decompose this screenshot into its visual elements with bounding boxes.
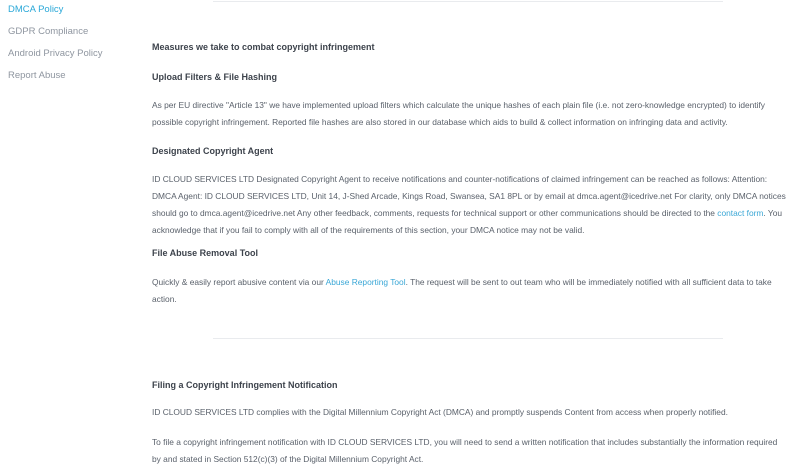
sidebar-item-android-privacy-policy[interactable]: Android Privacy Policy [8,48,103,59]
upload-filters-heading: Upload Filters & File Hashing [152,72,278,82]
abuse-removal-text: Quickly & easily report abusive content … [152,277,326,287]
abuse-removal-heading: File Abuse Removal Tool [152,248,259,258]
sidebar-nav: DMCA Policy GDPR Compliance Android Priv… [0,0,135,467]
sidebar-item-gdpr-compliance[interactable]: GDPR Compliance [8,26,88,37]
sidebar-item-report-abuse[interactable]: Report Abuse [8,70,66,81]
sidebar-item-dmca-policy[interactable]: DMCA Policy [8,4,63,15]
copyright-agent-heading: Designated Copyright Agent [152,146,274,156]
filing-requirements-paragraph: To file a copyright infringement notific… [152,437,778,464]
copyright-agent-paragraph: ID CLOUD SERVICES LTD Designated Copyrig… [152,171,787,239]
filing-notification-heading: Filing a Copyright Infringement Notifica… [152,380,338,390]
contact-form-link[interactable]: contact form [717,208,763,218]
upload-filters-paragraph: As per EU directive "Article 13" we have… [152,100,765,127]
filing-notification-paragraph: ID CLOUD SERVICES LTD complies with the … [152,407,728,417]
policy-content: Measures we take to combat copyright inf… [152,0,787,467]
measures-heading: Measures we take to combat copyright inf… [152,42,375,52]
copyright-agent-text: ID CLOUD SERVICES LTD Designated Copyrig… [152,174,786,218]
abuse-reporting-tool-link[interactable]: Abuse Reporting Tool [326,277,406,287]
abuse-removal-paragraph: Quickly & easily report abusive content … [152,274,787,308]
